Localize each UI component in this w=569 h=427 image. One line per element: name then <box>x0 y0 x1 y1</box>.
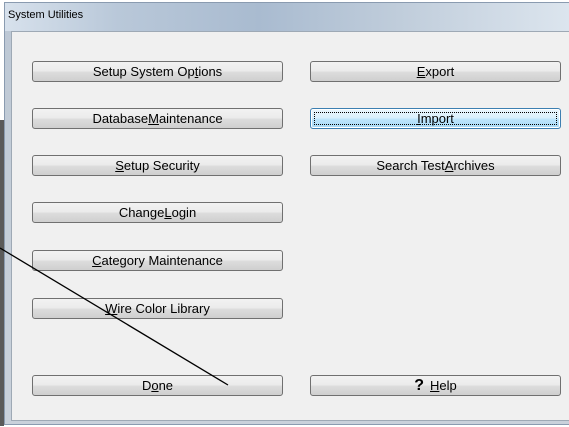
help-button[interactable]: ? Help <box>310 375 561 396</box>
button-label-part: Change <box>118 205 165 220</box>
button-label-part: rchives <box>453 158 495 173</box>
button-label-part: ogin <box>171 205 197 220</box>
question-mark-icon: ? <box>414 376 425 394</box>
export-button[interactable]: Export <box>310 61 561 82</box>
database-maintenance-button[interactable]: Database Maintenance <box>32 108 283 129</box>
category-maintenance-button[interactable]: Category Maintenance <box>32 250 283 271</box>
button-label-part: ne <box>158 378 174 393</box>
button-label-part: ions <box>198 64 223 79</box>
mnemonic-char: E <box>416 64 426 79</box>
dialog-client-area: Setup System Op t ions Database Maintenanc… <box>11 31 569 421</box>
button-label-part: ategory Maintenance <box>101 253 223 268</box>
button-label-part: ire Color Library <box>117 301 210 316</box>
mnemonic-char: H <box>430 378 440 393</box>
button-label-part: etup Security <box>123 158 200 173</box>
button-label-part: Database <box>92 111 149 126</box>
mnemonic-char: S <box>115 158 124 173</box>
mnemonic-char: W <box>105 301 118 316</box>
button-label-part: elp <box>439 378 457 393</box>
setup-system-options-button[interactable]: Setup System Op t ions <box>32 61 283 82</box>
mnemonic-char: C <box>92 253 102 268</box>
search-test-archives-button[interactable]: Search Test Archives <box>310 155 561 176</box>
button-label-part: aintenance <box>158 111 223 126</box>
button-label-part: xport <box>425 64 455 79</box>
window-title: System Utilities <box>8 9 84 21</box>
button-label-part: D <box>141 378 152 393</box>
import-button[interactable]: Import <box>310 108 561 129</box>
mnemonic-char: A <box>444 158 454 173</box>
title-bar[interactable]: System Utilities <box>5 3 569 31</box>
mnemonic-char: M <box>148 111 159 126</box>
button-label-part: Setup System Op <box>92 64 195 79</box>
done-button[interactable]: Do ne <box>32 375 283 396</box>
button-label-part: mport <box>420 111 454 126</box>
setup-security-button[interactable]: Setup Security <box>32 155 283 176</box>
mnemonic-char: L <box>164 205 172 220</box>
mnemonic-char: o <box>151 378 159 393</box>
wire-color-library-button[interactable]: Wire Color Library <box>32 298 283 319</box>
change-login-button[interactable]: Change Login <box>32 202 283 223</box>
button-label-part: Search Test <box>376 158 445 173</box>
system-utilities-window: System Utilities Setup System Op t ions Da… <box>4 2 569 425</box>
